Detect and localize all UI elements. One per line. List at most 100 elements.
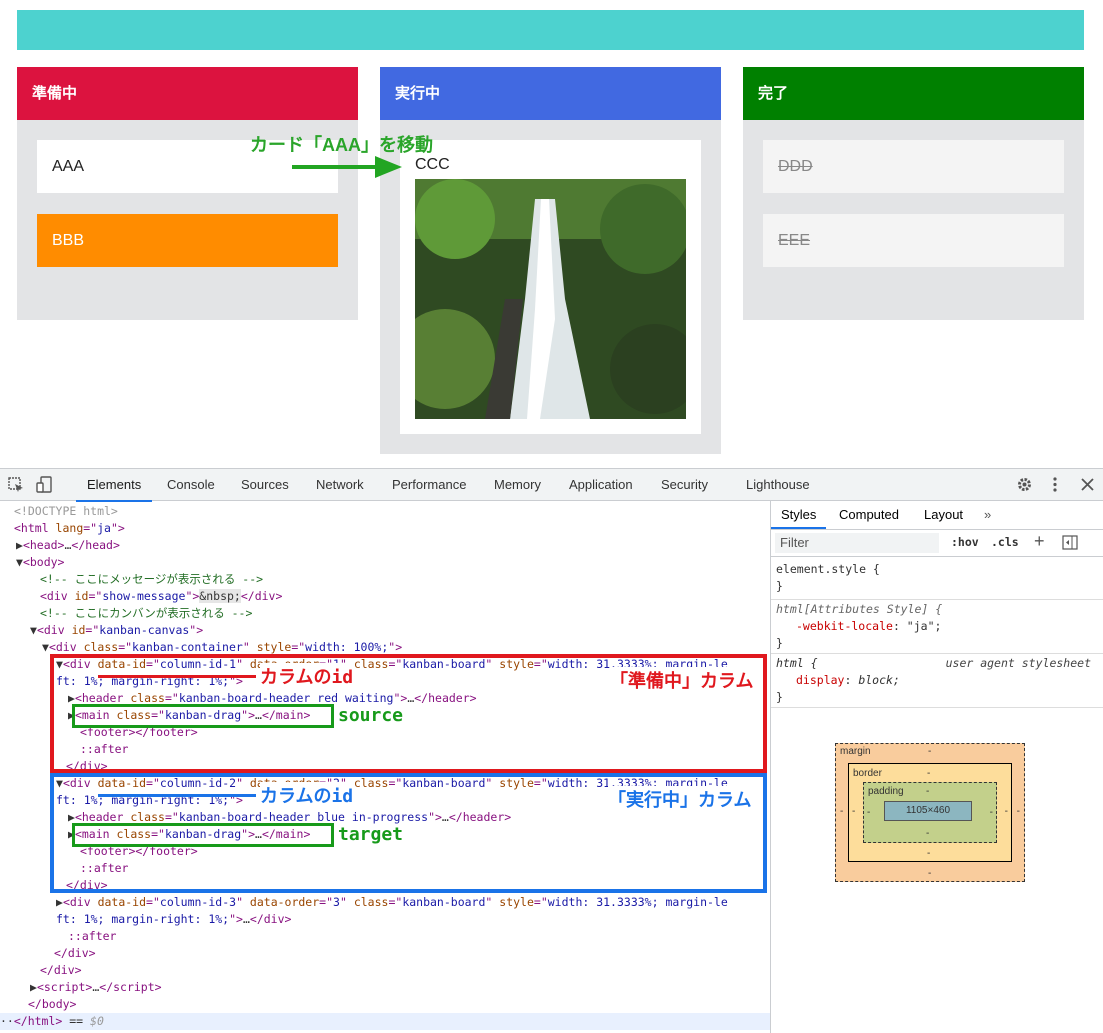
card-ccc[interactable]: CCC <box>400 140 701 434</box>
gear-icon[interactable] <box>1016 476 1033 493</box>
head-line[interactable]: ▶<head>…</head> <box>16 537 120 554</box>
show-message-line[interactable]: <div id="show-message">&nbsp;</div> <box>40 588 282 605</box>
body-close-line: </body> <box>28 997 77 1011</box>
margin-label: margin <box>840 746 871 757</box>
border-left: - <box>852 806 856 817</box>
margin-right: - <box>1016 806 1020 817</box>
border-top: - <box>927 768 931 779</box>
comment-line: <!-- ここにカンバンが表示される --> <box>40 606 253 620</box>
column-header: 準備中 <box>17 67 358 120</box>
card-bbb[interactable]: BBB <box>37 214 338 267</box>
source-annotation: source <box>338 705 404 726</box>
waterfall-image <box>415 179 686 419</box>
column-preparing[interactable]: 準備中 AAA BBB <box>17 67 358 320</box>
doctype-line: <!DOCTYPE html> <box>14 504 118 518</box>
rule-val[interactable]: block; <box>858 673 900 687</box>
tab-console[interactable]: Console <box>167 469 215 500</box>
box-content[interactable]: 1105×460 <box>884 801 972 821</box>
border-right: - <box>1004 806 1008 817</box>
styles-pane: Styles Computed Layout » Filter :hov .cl… <box>771 501 1103 1033</box>
devtools-tabbar: Elements Console Sources Network Perform… <box>0 469 1103 502</box>
sidebar-toggle-icon[interactable] <box>1062 535 1078 550</box>
padding-label: padding <box>868 786 904 797</box>
hov-button[interactable]: :hov <box>951 535 979 549</box>
tab-sources[interactable]: Sources <box>241 469 289 500</box>
more-tabs-icon[interactable]: » <box>984 501 991 529</box>
highlight-target <box>72 823 334 847</box>
box-border[interactable]: border - - - - padding - - - - 1105×460 <box>848 763 1012 862</box>
rule-html: html {user agent stylesheet display: blo… <box>776 655 1096 706</box>
rule-selector: element.style { <box>776 562 880 576</box>
rule-selector: html { <box>776 656 818 670</box>
comment-line: <!-- ここにメッセージが表示される --> <box>40 572 264 586</box>
rule-close: } <box>776 636 783 650</box>
underline-red <box>98 675 256 678</box>
target-annotation: target <box>338 824 404 845</box>
tab-memory[interactable]: Memory <box>494 469 541 500</box>
after-line: ::after <box>68 929 117 943</box>
border-bottom: - <box>927 848 931 859</box>
tab-computed[interactable]: Computed <box>839 501 899 529</box>
rule-prop[interactable]: display <box>796 673 844 687</box>
cls-button[interactable]: .cls <box>991 535 1019 549</box>
tab-styles[interactable]: Styles <box>771 501 827 529</box>
body-line[interactable]: ▼<body> <box>16 554 64 571</box>
rule-val[interactable]: "ja"; <box>907 619 942 633</box>
rule-attributes-style: html[Attributes Style] { -webkit-locale:… <box>776 601 1096 652</box>
rule-prop[interactable]: -webkit-locale <box>796 619 893 633</box>
card-eee[interactable]: EEE <box>763 214 1064 267</box>
padding-top: - <box>926 786 930 797</box>
box-margin[interactable]: margin - - - - border - - - - padding - … <box>835 743 1025 882</box>
tab-performance[interactable]: Performance <box>392 469 466 500</box>
padding-bottom: - <box>926 828 930 839</box>
html-line[interactable]: <html lang="ja"> <box>14 520 125 537</box>
card-ccc-title: CCC <box>415 156 450 173</box>
devtools-panel: Elements Console Sources Network Perform… <box>0 468 1103 1033</box>
rule-source: user agent stylesheet <box>945 656 1091 670</box>
elements-tree: <!DOCTYPE html> <html lang="ja"> ▶<head>… <box>0 501 771 1033</box>
padding-left: - <box>867 807 871 818</box>
rule-element-style: element.style { } <box>776 561 880 595</box>
padding-right: - <box>989 807 993 818</box>
filter-input[interactable]: Filter <box>775 533 939 553</box>
column-label-preparing: 「準備中」カラム <box>610 667 754 693</box>
rule-selector: html[Attributes Style] { <box>776 602 943 616</box>
column3-line-cont: ft: 1%; margin-right: 1%;">…</div> <box>56 912 292 926</box>
column-running[interactable]: 実行中 CCC <box>380 67 721 454</box>
column-id-annotation-1: カラムのid <box>260 663 354 689</box>
highlight-source <box>72 704 334 728</box>
column-done[interactable]: 完了 DDD EEE <box>743 67 1084 320</box>
column-label-running: 「実行中」カラム <box>608 786 752 812</box>
tab-elements[interactable]: Elements <box>76 469 153 502</box>
close-icon[interactable] <box>1081 478 1094 491</box>
margin-bottom: - <box>928 868 932 879</box>
arrow-right-icon <box>292 156 402 178</box>
tab-security[interactable]: Security <box>661 469 708 500</box>
styles-tabbar: Styles Computed Layout » <box>771 501 1103 530</box>
html-close-line[interactable]: ··</html> == $0 <box>0 1013 770 1030</box>
column-header: 実行中 <box>380 67 721 120</box>
div-close-line: </div> <box>40 963 82 977</box>
tab-lighthouse[interactable]: Lighthouse <box>746 469 810 500</box>
tab-layout[interactable]: Layout <box>924 501 963 529</box>
div-close-line: </div> <box>54 946 96 960</box>
box-padding[interactable]: padding - - - - 1105×460 <box>863 782 997 843</box>
margin-left: - <box>840 806 844 817</box>
tab-application[interactable]: Application <box>569 469 633 500</box>
border-label: border <box>853 768 882 779</box>
tab-network[interactable]: Network <box>316 469 364 500</box>
more-vert-icon[interactable] <box>1050 476 1060 493</box>
column3-line[interactable]: ▶<div data-id="column-id-3" data-order="… <box>56 894 728 911</box>
inspect-icon[interactable] <box>8 477 24 493</box>
script-line[interactable]: ▶<script>…</script> <box>30 979 162 996</box>
kanban-canvas-line[interactable]: ▼<div id="kanban-canvas"> <box>30 622 203 639</box>
column-id-annotation-2: カラムのid <box>260 782 354 808</box>
card-ddd[interactable]: DDD <box>763 140 1064 193</box>
top-banner <box>17 10 1084 50</box>
rule-close: } <box>776 579 783 593</box>
rule-close: } <box>776 690 783 704</box>
device-toggle-icon[interactable] <box>36 476 54 494</box>
column-header: 完了 <box>743 67 1084 120</box>
plus-icon[interactable]: + <box>1034 531 1045 552</box>
underline-blue <box>98 794 256 797</box>
